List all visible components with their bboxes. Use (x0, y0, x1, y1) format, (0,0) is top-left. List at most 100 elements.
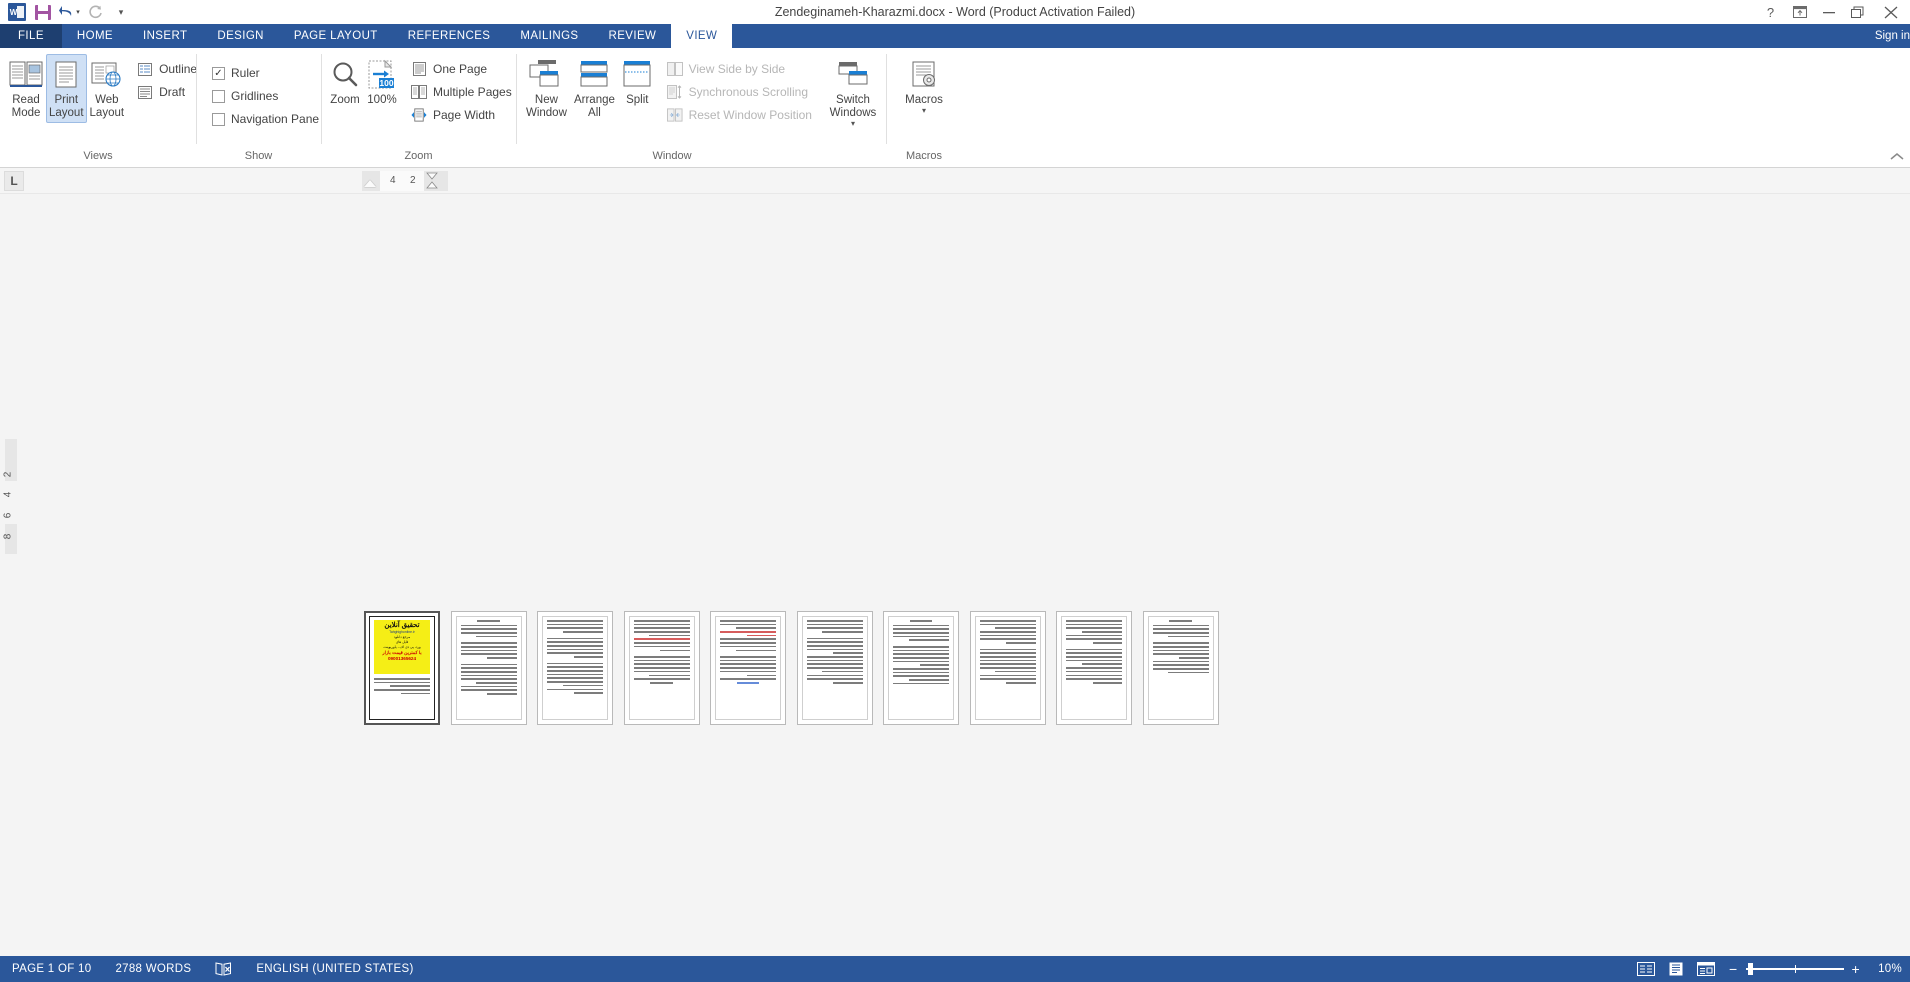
vruler-mark-6: 6 (2, 512, 14, 519)
print-layout-button[interactable]: Print Layout (46, 54, 87, 123)
vruler-mark-4: 4 (2, 491, 14, 498)
tab-view[interactable]: VIEW (671, 24, 733, 48)
ribbon-display-options-icon[interactable] (1785, 0, 1814, 24)
multiple-pages-button[interactable]: Multiple Pages (407, 81, 516, 103)
page-indicator[interactable]: PAGE 1 OF 10 (0, 963, 103, 975)
ribbon: Read Mode Print Layout Web Layout Outlin… (0, 48, 1910, 168)
ruler-checkbox-item[interactable]: ✓ Ruler (208, 62, 323, 84)
sign-in-link[interactable]: Sign in (1875, 24, 1910, 48)
vruler-mark-8: 8 (2, 533, 14, 540)
word-app-icon[interactable]: W (4, 1, 30, 23)
ribbon-tab-strip: FILE HOME INSERT DESIGN PAGE LAYOUT REFE… (0, 24, 1910, 48)
horizontal-ruler[interactable]: L 4 2 (0, 168, 1910, 194)
web-layout-button[interactable]: Web Layout (87, 54, 128, 123)
save-icon[interactable] (30, 1, 56, 23)
restore-icon[interactable] (1843, 0, 1872, 24)
page-thumbnail-5[interactable] (710, 611, 786, 725)
help-icon[interactable]: ? (1756, 0, 1785, 24)
tab-page-layout[interactable]: PAGE LAYOUT (279, 24, 393, 48)
macros-caret[interactable]: ▾ (922, 107, 926, 115)
switch-windows-icon (835, 58, 871, 92)
synchronous-scrolling-label: Synchronous Scrolling (688, 85, 808, 99)
group-label-zoom: Zoom (404, 150, 433, 162)
page-thumbnail-2[interactable] (450, 611, 527, 725)
one-page-label: One Page (433, 62, 488, 76)
group-label-show: Show (244, 150, 273, 162)
zoom-slider-track[interactable] (1745, 963, 1844, 975)
zoom-in-button[interactable]: + (1852, 962, 1860, 976)
word-count[interactable]: 2788 WORDS (103, 963, 203, 975)
draft-button[interactable]: Draft (133, 81, 201, 103)
page-width-button[interactable]: Page Width (407, 104, 516, 126)
synchronous-scrolling-button: Synchronous Scrolling (663, 81, 816, 103)
zoom-out-button[interactable]: − (1729, 962, 1737, 976)
arrange-all-button[interactable]: Arrange All (571, 54, 618, 123)
outline-label: Outline (159, 62, 198, 76)
page-thumbnail-6[interactable] (796, 611, 873, 725)
page-thumbnail-4[interactable] (623, 611, 700, 725)
page-thumbnail-7[interactable] (883, 611, 959, 725)
first-line-indent-marker[interactable] (364, 180, 376, 187)
tab-home[interactable]: HOME (62, 24, 128, 48)
page-thumbnail-8[interactable] (969, 611, 1046, 725)
web-layout-view-icon[interactable] (1691, 956, 1721, 982)
page-thumbnail-10[interactable] (1142, 611, 1219, 725)
navigation-pane-checkbox[interactable] (212, 112, 225, 126)
split-button[interactable]: Split (618, 54, 657, 110)
reset-window-position-icon (666, 108, 683, 123)
tab-mailings[interactable]: MAILINGS (505, 24, 593, 48)
status-bar: PAGE 1 OF 10 2788 WORDS ENGLISH (UNITED … (0, 956, 1910, 982)
tab-design[interactable]: DESIGN (202, 24, 279, 48)
page-thumbnail-3[interactable] (537, 611, 613, 725)
zoom-slider[interactable]: − + (1721, 962, 1868, 976)
switch-windows-button[interactable]: Switch Windows ▾ (826, 54, 880, 130)
outline-icon (137, 62, 153, 77)
group-label-views: Views (83, 150, 113, 162)
proofing-errors-icon[interactable] (203, 962, 244, 976)
close-icon[interactable] (1872, 0, 1910, 24)
web-layout-icon (90, 58, 124, 92)
gridlines-checkbox-item[interactable]: Gridlines (208, 85, 323, 107)
tab-references[interactable]: REFERENCES (393, 24, 506, 48)
vertical-ruler[interactable]: 2 4 6 8 (0, 194, 22, 956)
outline-button[interactable]: Outline (133, 58, 201, 80)
language-indicator[interactable]: ENGLISH (UNITED STATES) (244, 963, 425, 975)
redo-icon[interactable] (82, 1, 108, 23)
macros-button[interactable]: Macros ▾ (896, 54, 952, 117)
multiple-pages-label: Multiple Pages (433, 85, 512, 99)
switch-windows-caret[interactable]: ▾ (851, 120, 855, 128)
minimize-icon[interactable] (1814, 0, 1843, 24)
ruler-checkbox[interactable]: ✓ (212, 66, 225, 80)
page-thumbnail-1[interactable]: تحقیق آنلاین Tahghighonline.ir مرجع دانل… (364, 611, 440, 725)
read-mode-button[interactable]: Read Mode (6, 54, 46, 123)
tab-file[interactable]: FILE (0, 24, 62, 48)
customize-quick-access-icon[interactable]: ▾ (108, 1, 134, 23)
new-window-label: New Window (525, 94, 567, 119)
undo-dropdown-caret[interactable]: ▾ (76, 8, 80, 16)
tab-stop-selector[interactable]: L (4, 171, 24, 191)
read-mode-view-icon[interactable] (1631, 956, 1661, 982)
navigation-pane-checkbox-item[interactable]: Navigation Pane (208, 108, 323, 130)
new-window-button[interactable]: New Window (522, 54, 571, 123)
zoom-100-button[interactable]: 100 100% (363, 54, 401, 110)
undo-icon[interactable]: ▾ (56, 1, 82, 23)
right-indent-marker[interactable] (426, 172, 438, 190)
tab-insert[interactable]: INSERT (128, 24, 202, 48)
word-application-window: W ▾ ▾ Zendeginameh-Kharazmi.docx - Word … (0, 0, 1910, 982)
one-page-button[interactable]: One Page (407, 58, 516, 80)
read-mode-icon (9, 58, 43, 92)
ruler-track[interactable]: 4 2 (362, 171, 448, 191)
one-page-icon (411, 62, 427, 77)
page-thumbnail-9[interactable] (1056, 611, 1132, 725)
zoom-slider-thumb[interactable] (1747, 963, 1753, 975)
collapse-ribbon-icon[interactable] (1890, 152, 1904, 165)
page-thumbnails[interactable]: تحقیق آنلاین Tahghighonline.ir مرجع دانل… (364, 611, 1219, 725)
title-bar: W ▾ ▾ Zendeginameh-Kharazmi.docx - Word … (0, 0, 1910, 24)
gridlines-checkbox[interactable] (212, 89, 225, 103)
zoom-button[interactable]: Zoom (327, 54, 363, 110)
zoom-level-label[interactable]: 10% (1868, 963, 1902, 975)
quick-access-toolbar: W ▾ ▾ (0, 0, 134, 24)
print-layout-view-icon[interactable] (1661, 956, 1691, 982)
tab-review[interactable]: REVIEW (594, 24, 672, 48)
document-canvas[interactable]: 2 4 6 8 تحقیق آنلاین Tahghighonline.ir م… (0, 194, 1910, 956)
